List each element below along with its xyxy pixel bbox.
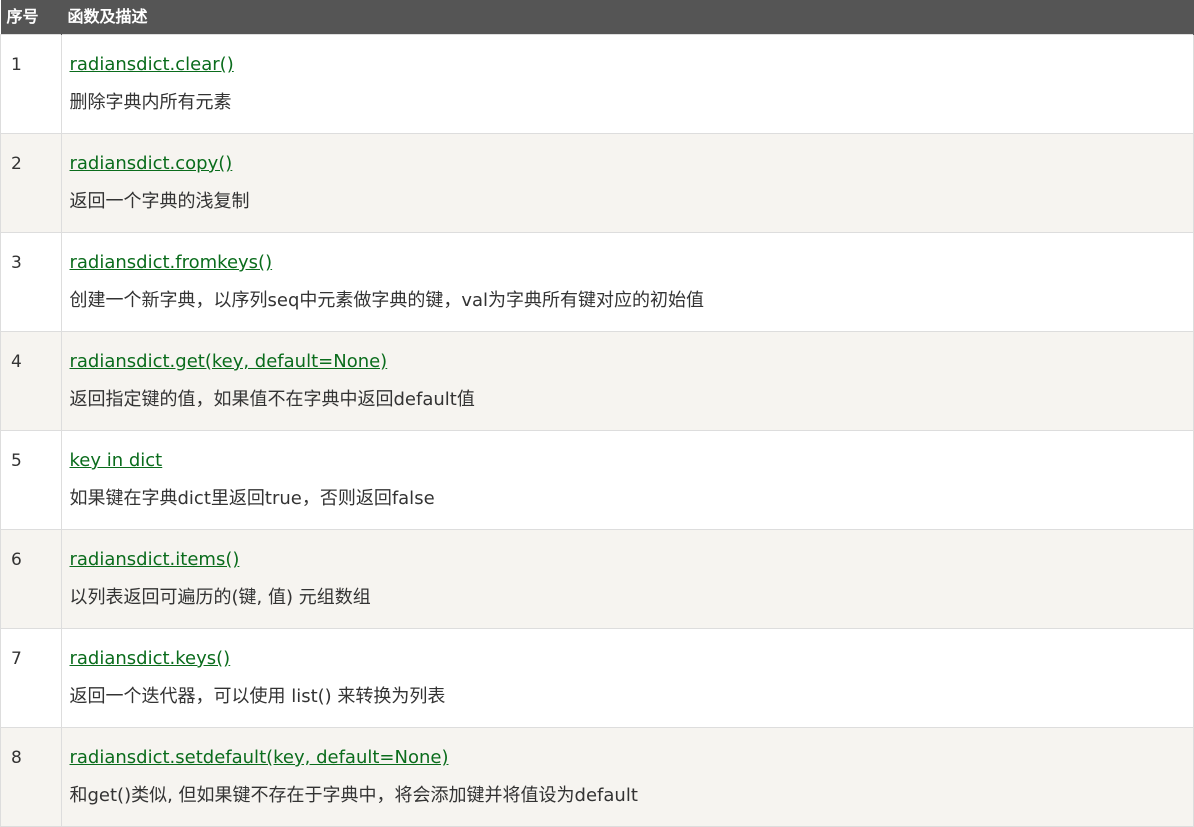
func-cell: radiansdict.copy() 返回一个字典的浅复制 [60, 133, 1194, 233]
func-link-key-in-dict[interactable]: key in dict [70, 448, 163, 474]
table-row: 4 radiansdict.get(key, default=None) 返回指… [0, 331, 1194, 431]
table-body: 1 radiansdict.clear() 删除字典内所有元素 2 radian… [0, 34, 1194, 827]
row-number: 7 [0, 628, 62, 728]
func-description: 和get()类似, 但如果键不存在于字典中，将会添加键并将值设为default [69, 785, 638, 806]
table-header: 序号 函数及描述 [0, 0, 1194, 35]
header-func-desc: 函数及描述 [61, 0, 1194, 35]
func-cell: radiansdict.keys() 返回一个迭代器，可以使用 list() 来… [60, 628, 1194, 728]
table-row: 6 radiansdict.items() 以列表返回可遍历的(键, 值) 元组… [0, 529, 1194, 629]
row-number: 3 [0, 232, 62, 332]
dict-methods-table: 序号 函数及描述 1 radiansdict.clear() 删除字典内所有元素… [0, 0, 1194, 827]
func-link-keys[interactable]: radiansdict.keys() [70, 646, 231, 672]
row-number: 1 [0, 34, 62, 134]
func-description: 返回一个字典的浅复制 [69, 191, 250, 212]
func-description: 返回一个迭代器，可以使用 list() 来转换为列表 [69, 686, 446, 707]
func-description: 以列表返回可遍历的(键, 值) 元组数组 [69, 587, 371, 608]
func-link-fromkeys[interactable]: radiansdict.fromkeys() [70, 250, 273, 276]
func-cell: radiansdict.get(key, default=None) 返回指定键… [60, 331, 1194, 431]
func-description: 如果键在字典dict里返回true，否则返回false [69, 488, 435, 509]
func-description: 删除字典内所有元素 [69, 92, 232, 113]
table-row: 2 radiansdict.copy() 返回一个字典的浅复制 [0, 133, 1194, 233]
func-link-get[interactable]: radiansdict.get(key, default=None) [70, 349, 388, 375]
header-num: 序号 [0, 0, 62, 35]
func-link-copy[interactable]: radiansdict.copy() [70, 151, 233, 177]
row-number: 6 [0, 529, 62, 629]
row-number: 5 [0, 430, 62, 530]
func-link-setdefault[interactable]: radiansdict.setdefault(key, default=None… [70, 745, 449, 771]
func-cell: key in dict 如果键在字典dict里返回true，否则返回false [60, 430, 1194, 530]
table-row: 7 radiansdict.keys() 返回一个迭代器，可以使用 list()… [0, 628, 1194, 728]
table-row: 5 key in dict 如果键在字典dict里返回true，否则返回fals… [0, 430, 1194, 530]
func-cell: radiansdict.items() 以列表返回可遍历的(键, 值) 元组数组 [60, 529, 1194, 629]
func-cell: radiansdict.fromkeys() 创建一个新字典，以序列seq中元素… [60, 232, 1194, 332]
table-row: 3 radiansdict.fromkeys() 创建一个新字典，以序列seq中… [0, 232, 1194, 332]
row-number: 8 [0, 727, 62, 827]
header-row: 序号 函数及描述 [0, 0, 1194, 35]
func-description: 返回指定键的值，如果值不在字典中返回default值 [69, 389, 475, 410]
func-cell: radiansdict.setdefault(key, default=None… [60, 727, 1194, 827]
func-link-clear[interactable]: radiansdict.clear() [70, 52, 234, 78]
func-description: 创建一个新字典，以序列seq中元素做字典的键，val为字典所有键对应的初始值 [69, 290, 705, 311]
func-cell: radiansdict.clear() 删除字典内所有元素 [60, 34, 1194, 134]
table-row: 8 radiansdict.setdefault(key, default=No… [0, 727, 1194, 827]
row-number: 2 [0, 133, 62, 233]
table-row: 1 radiansdict.clear() 删除字典内所有元素 [0, 34, 1194, 134]
row-number: 4 [0, 331, 62, 431]
func-link-items[interactable]: radiansdict.items() [70, 547, 240, 573]
